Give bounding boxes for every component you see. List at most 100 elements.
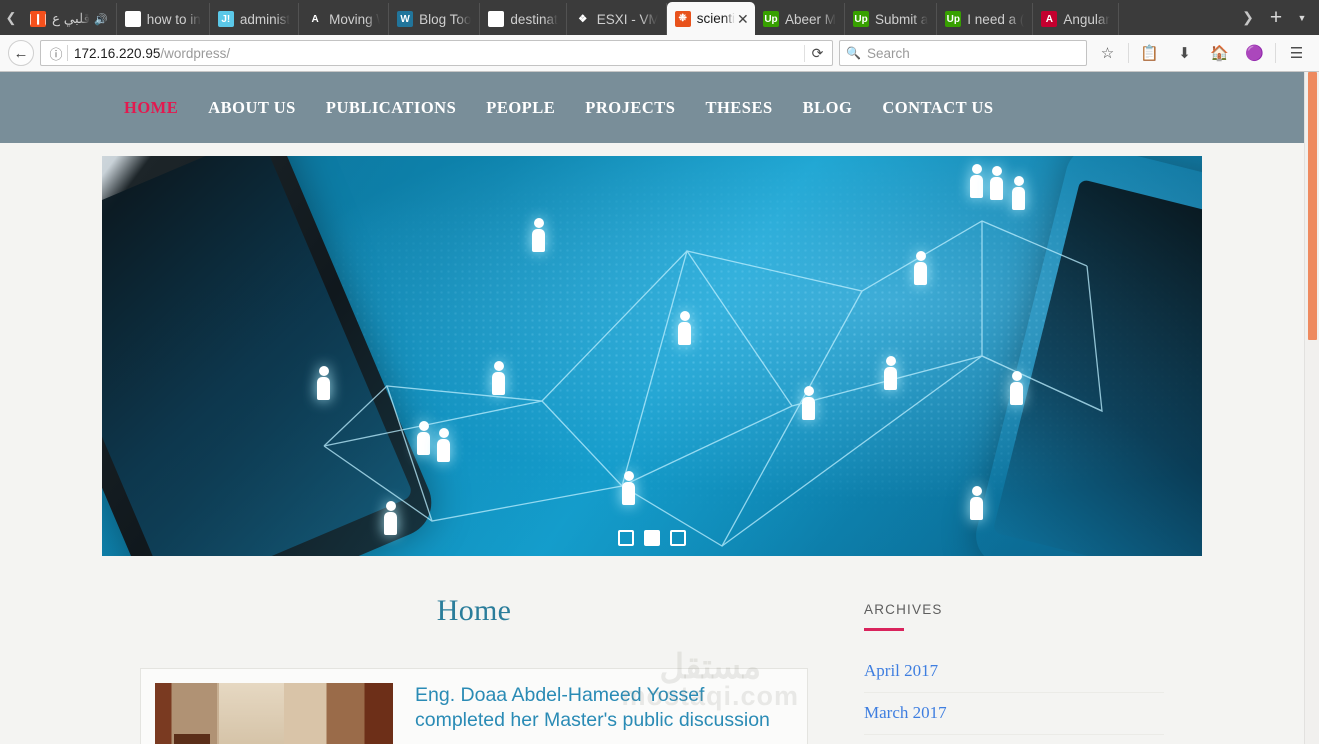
tab-title: Abeer M (785, 12, 836, 27)
browser-tab[interactable]: ❙❙❙ قلبي ع 🔊 (22, 3, 117, 35)
archives-widget-underline (864, 628, 904, 631)
browser-tab-active[interactable]: ❉scienti✕ (667, 2, 755, 35)
hero-slide-indicator-3[interactable] (670, 530, 686, 546)
primary-navigation: HOME ABOUT US PUBLICATIONS PEOPLE PROJECTS TH… (124, 98, 994, 118)
archive-link[interactable]: April 2017 (864, 651, 1164, 692)
speaker-icon[interactable]: 🔊 (94, 13, 108, 26)
post-thumbnail[interactable] (155, 683, 393, 744)
nav-item-blog[interactable]: BLOG (803, 98, 853, 118)
browser-toolbar: ← ⓘ 172.16.220.95/wordpress/ ⟳ 🔍 Search … (0, 35, 1319, 72)
page-scrollbar-thumb[interactable] (1308, 72, 1317, 340)
nav-item-contact-us[interactable]: CONTACT US (882, 98, 993, 118)
post-body: Eng. Doaa Abdel-Hameed Yossef completed … (415, 683, 793, 744)
hero-network-lines (102, 156, 1202, 556)
tab-list: ❙❙❙ قلبي ع 🔊 Ghow to inJ!administ A Moving \ W… (22, 0, 1235, 35)
toolbar-divider (1128, 43, 1129, 63)
puzzle-icon: ❖ (575, 11, 591, 27)
hero-slider-wrap (0, 143, 1304, 556)
google-icon: G (125, 11, 141, 27)
search-icon: 🔍 (846, 46, 861, 60)
post-card[interactable]: Eng. Doaa Abdel-Hameed Yossef completed … (140, 668, 808, 744)
sidebar: ARCHIVES April 2017March 2017February 20… (864, 594, 1164, 744)
browser-tab[interactable]: W Blog Too (389, 3, 480, 35)
toolbar-divider-2 (1275, 43, 1276, 63)
thumbnail-cabinet (174, 734, 210, 744)
new-tab-button[interactable]: + (1261, 7, 1291, 28)
app-menu-button[interactable]: ☰ (1282, 39, 1311, 67)
nav-item-people[interactable]: PEOPLE (486, 98, 555, 118)
pocket-icon: 🟣 (1245, 44, 1264, 62)
hero-slide-indicator-1[interactable] (618, 530, 634, 546)
tab-title: Submit a (875, 12, 928, 27)
library-icon: 📋 (1140, 44, 1159, 62)
archive-list-item: March 2017 (864, 693, 1164, 735)
upwork-icon: Up (763, 11, 779, 27)
tab-title: Moving \ (329, 12, 380, 27)
wordpress-icon: W (397, 11, 413, 27)
soundcloud-icon: ❙❙❙ (30, 11, 46, 27)
search-bar[interactable]: 🔍 Search (839, 40, 1087, 66)
archive-list-item: February 2017 (864, 735, 1164, 744)
star-icon: ☆ (1101, 44, 1114, 62)
scroll-tabs-left-button[interactable]: ❮ (0, 0, 22, 35)
address-bar[interactable]: ⓘ 172.16.220.95/wordpress/ ⟳ (40, 40, 833, 66)
tab-strip: ❮ ❙❙❙ قلبي ع 🔊 Ghow to inJ!administ A Moving … (0, 0, 1319, 35)
nav-item-theses[interactable]: THESES (705, 98, 772, 118)
browser-window: ❮ ❙❙❙ قلبي ع 🔊 Ghow to inJ!administ A Moving … (0, 0, 1319, 744)
bookmark-star-button[interactable]: ☆ (1093, 39, 1122, 67)
archives-list: April 2017March 2017February 2017 (864, 651, 1164, 744)
hero-slider[interactable] (102, 156, 1202, 556)
browser-tab[interactable]: UpI need a ( (937, 3, 1033, 35)
download-arrow-icon: ⬇ (1178, 44, 1191, 62)
tab-title: Blog Too (419, 12, 471, 27)
tab-title: قلبي ع (52, 11, 90, 27)
letter-a-icon: A (307, 11, 323, 27)
scroll-tabs-right-button[interactable]: ❯ (1235, 9, 1261, 26)
chat-icon: J! (218, 11, 234, 27)
search-input-placeholder[interactable]: Search (867, 46, 910, 61)
tab-title: Angular (1063, 12, 1110, 27)
tab-title: ESXI - VM (597, 12, 658, 27)
tab-title: destinat (510, 12, 557, 27)
upwork-icon: Up (853, 11, 869, 27)
archive-link[interactable]: March 2017 (864, 693, 1164, 734)
browser-tab[interactable]: Gdestinat (480, 3, 566, 35)
site-header: HOME ABOUT US PUBLICATIONS PEOPLE PROJECTS TH… (0, 72, 1304, 143)
hero-slide-indicator-2[interactable] (644, 530, 660, 546)
list-all-tabs-button[interactable]: ▼ (1291, 13, 1313, 23)
archives-widget-title: ARCHIVES (864, 602, 1164, 617)
url-path: /wordpress/ (160, 46, 230, 61)
browser-tab[interactable]: Up Abeer M (755, 3, 845, 35)
browser-tab[interactable]: Up Submit a (845, 3, 937, 35)
tab-title: scienti (697, 11, 735, 26)
library-button[interactable]: 📋 (1135, 39, 1164, 67)
watermark-arabic-text: مستقل (621, 651, 799, 683)
page-scrollbar[interactable] (1304, 72, 1319, 744)
chevron-left-icon: ❮ (6, 10, 17, 26)
close-icon[interactable]: ✕ (737, 12, 751, 26)
browser-tab[interactable]: AAngular (1033, 3, 1119, 35)
upwork-icon: Up (945, 11, 961, 27)
hero-slider-pagination (102, 530, 1202, 546)
nav-item-home[interactable]: HOME (124, 98, 178, 118)
nav-item-about-us[interactable]: ABOUT US (208, 98, 296, 118)
url-host: 172.16.220.95 (74, 46, 160, 61)
pocket-button[interactable]: 🟣 (1240, 39, 1269, 67)
nav-item-publications[interactable]: PUBLICATIONS (326, 98, 456, 118)
page-info-icon[interactable]: ⓘ (47, 44, 65, 63)
downloads-button[interactable]: ⬇ (1170, 39, 1199, 67)
browser-tab[interactable]: Ghow to in (117, 3, 210, 35)
back-button[interactable]: ← (8, 40, 34, 66)
nav-item-projects[interactable]: PROJECTS (585, 98, 675, 118)
browser-tab[interactable]: ❖ ESXI - VM (567, 3, 667, 35)
thumbnail-panel (219, 683, 283, 744)
reload-button[interactable]: ⟳ (804, 45, 830, 62)
post-title-link[interactable]: Eng. Doaa Abdel-Hameed Yossef completed … (415, 683, 793, 733)
hamburger-menu-icon: ☰ (1290, 44, 1303, 62)
page-viewport: HOME ABOUT US PUBLICATIONS PEOPLE PROJECTS TH… (0, 72, 1319, 744)
browser-tab[interactable]: J!administ (210, 3, 299, 35)
home-button[interactable]: 🏠 (1205, 39, 1234, 67)
archive-link[interactable]: February 2017 (864, 735, 1164, 744)
reload-icon: ⟳ (812, 45, 824, 61)
browser-tab[interactable]: A Moving \ (299, 3, 389, 35)
